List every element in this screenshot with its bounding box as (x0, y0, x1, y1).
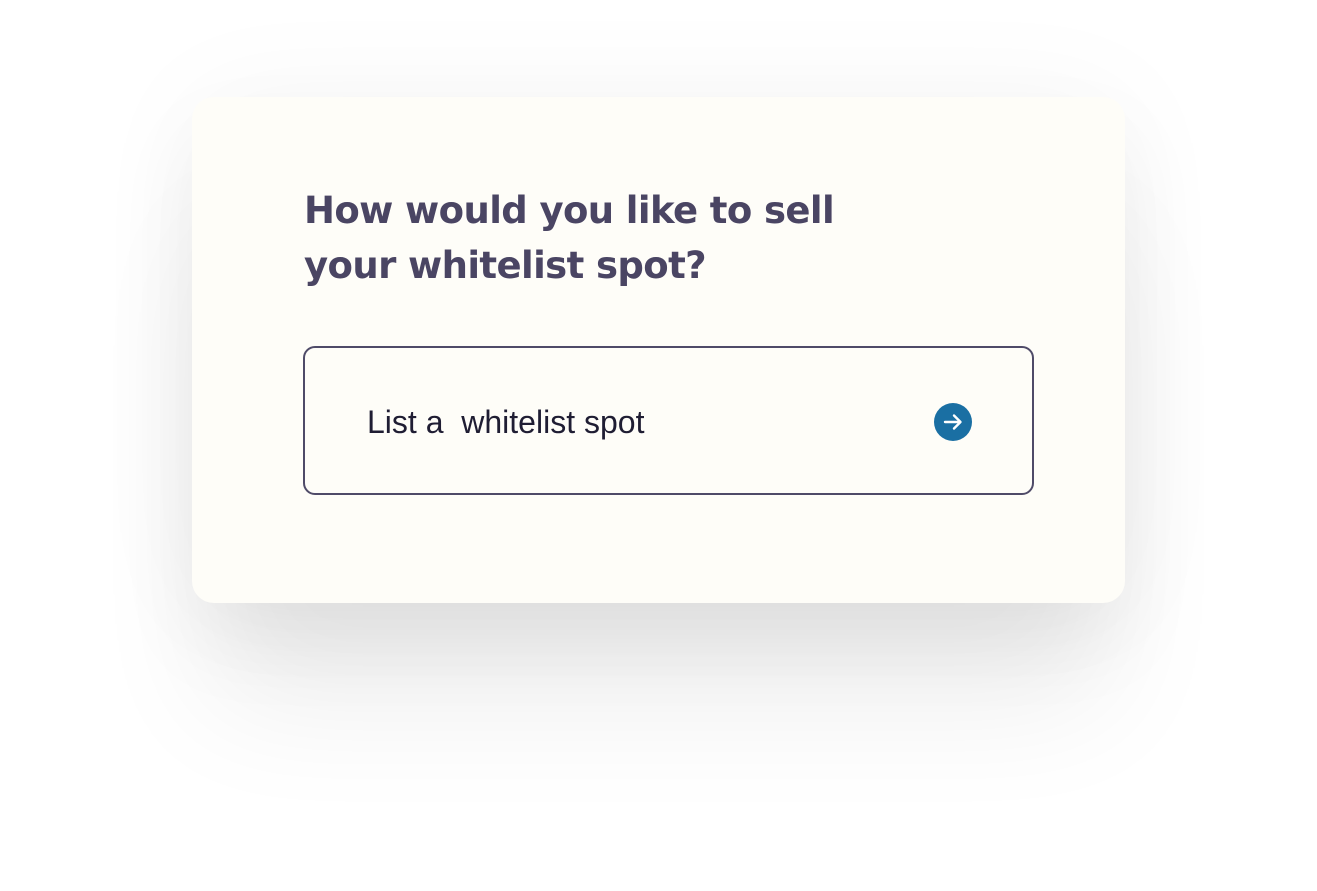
sell-method-card: How would you like to sell your whitelis… (192, 97, 1125, 603)
arrow-right-icon (934, 403, 972, 441)
title-line-2: your whitelist spot? (304, 244, 707, 287)
option-label: List a whitelist spot (367, 404, 645, 440)
list-whitelist-spot-button[interactable]: List a whitelist spot (303, 346, 1034, 495)
page-title: How would you like to sell your whitelis… (304, 183, 864, 293)
page: How would you like to sell your whitelis… (0, 0, 1317, 891)
title-line-1: How would you like to sell (304, 189, 835, 232)
